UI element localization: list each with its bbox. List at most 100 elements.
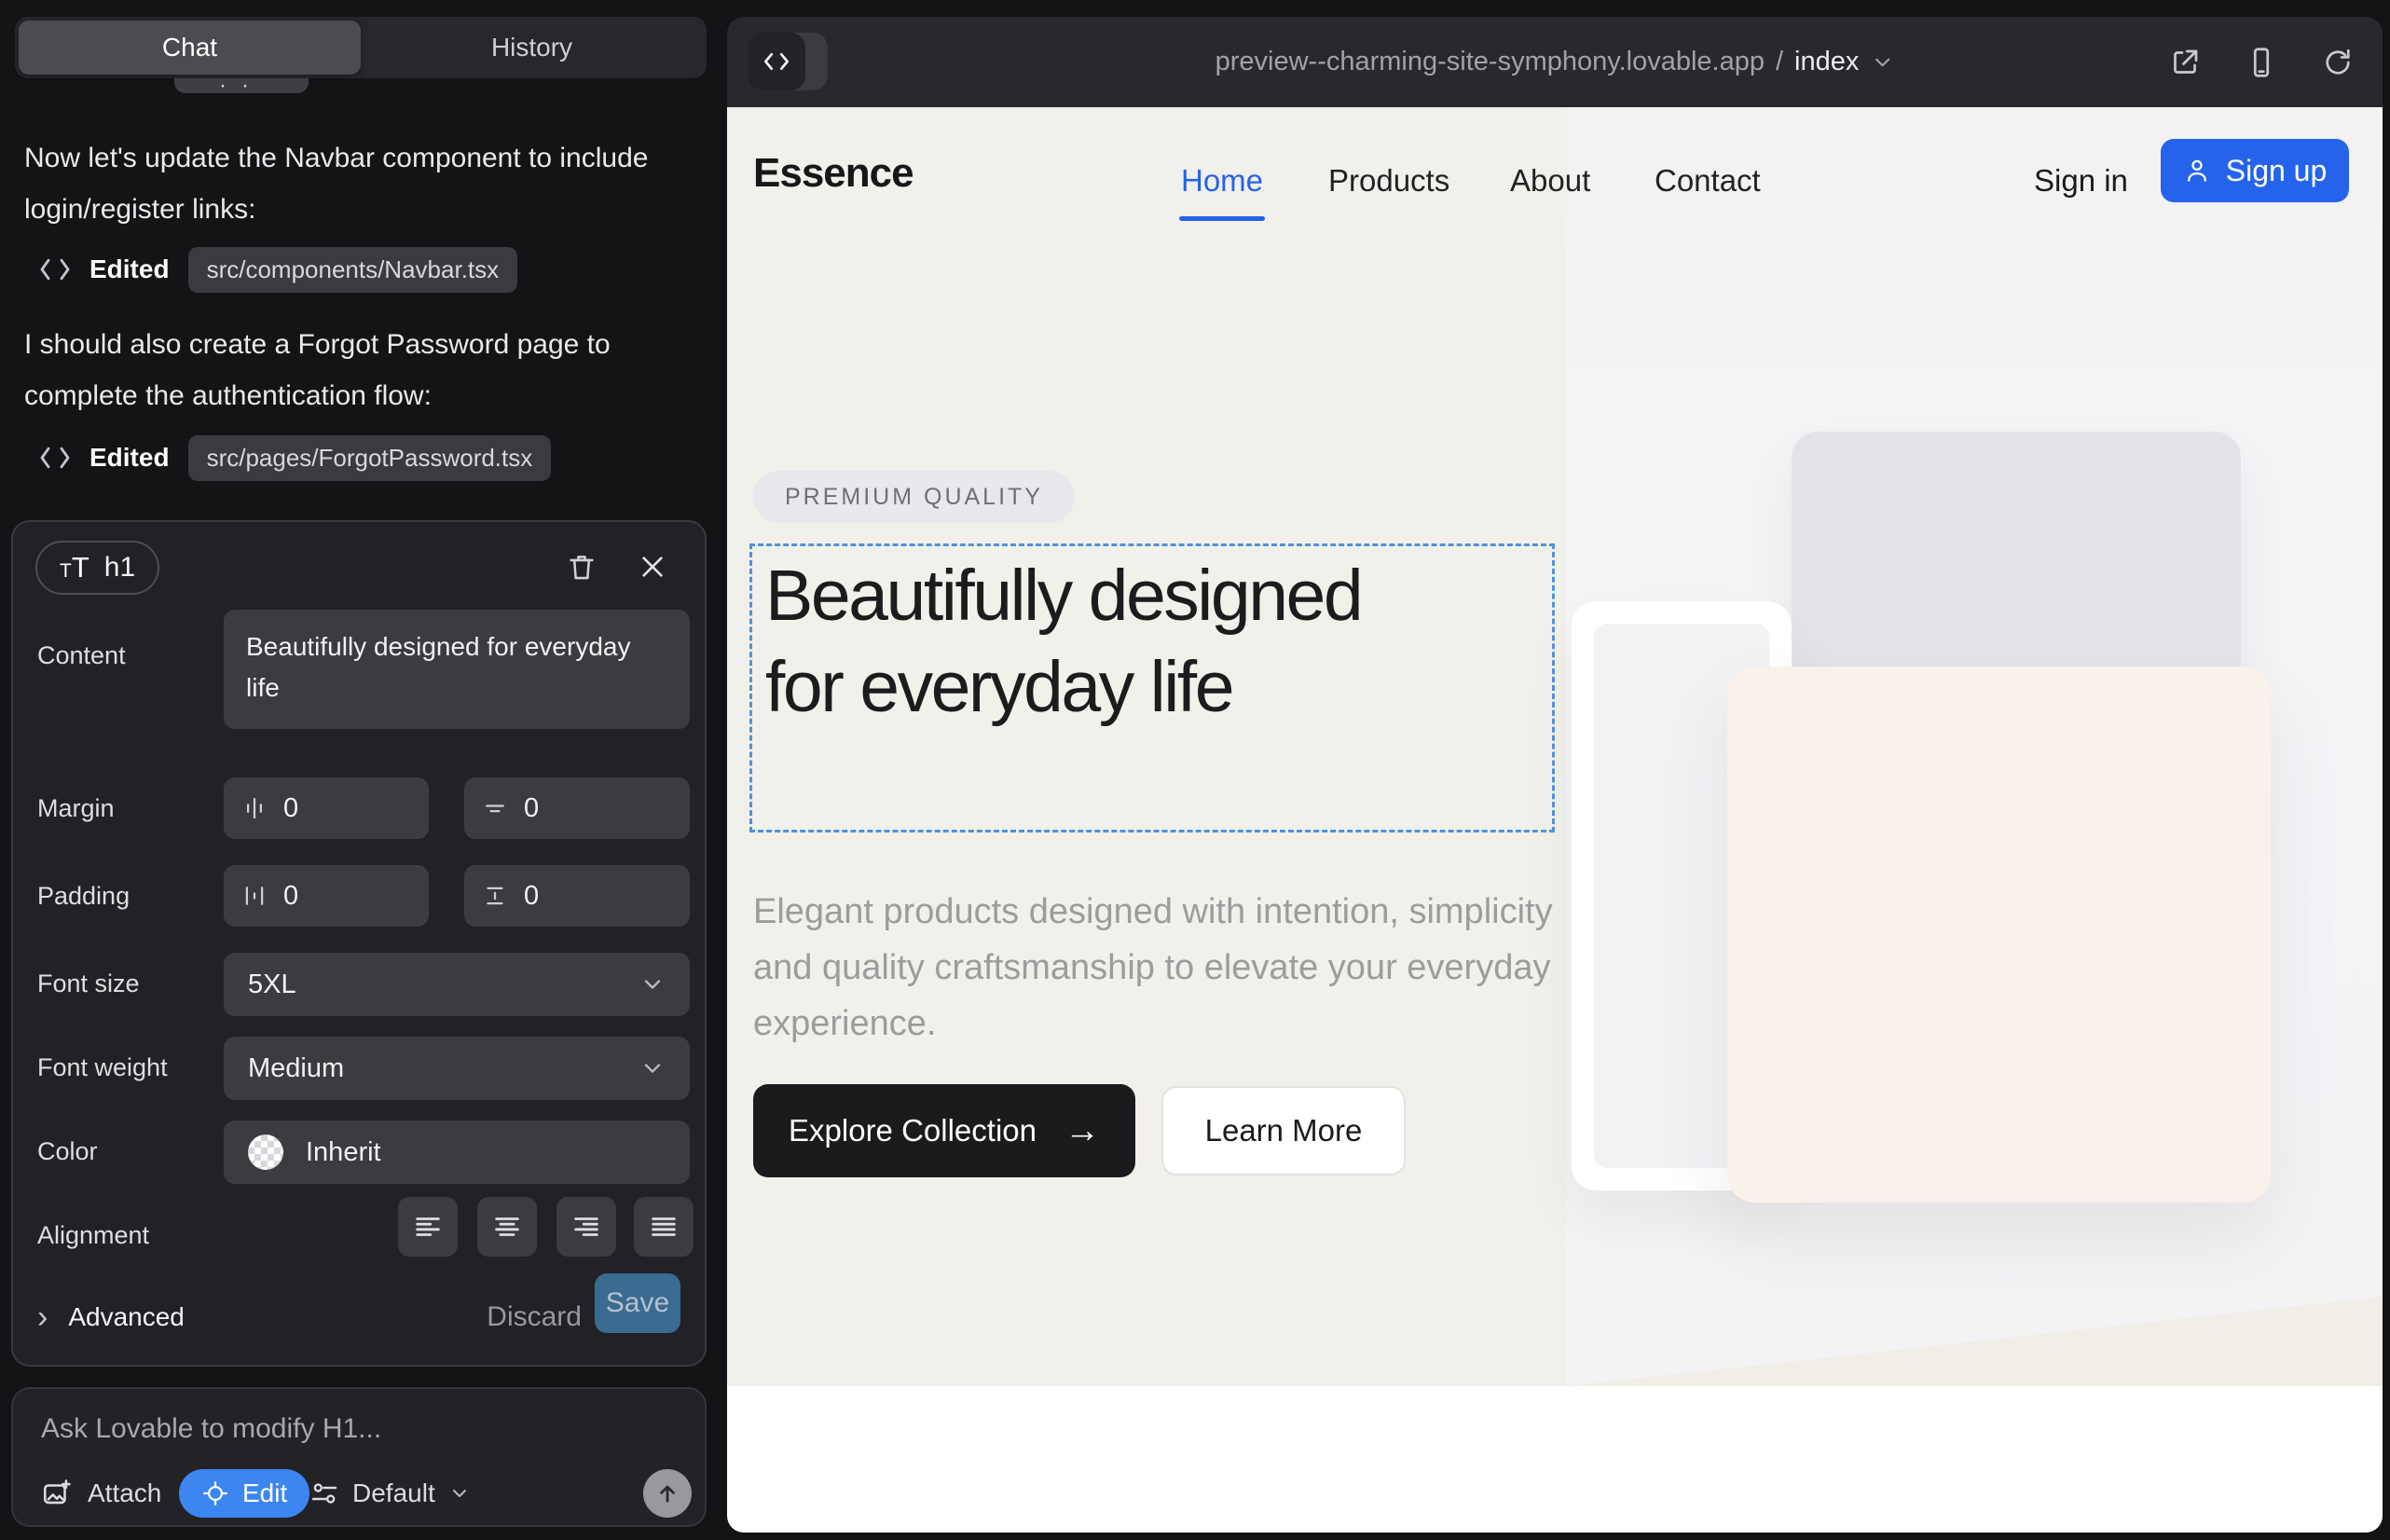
learn-more-button[interactable]: Learn More (1161, 1086, 1406, 1176)
file-chip[interactable]: src/components/Navbar.tsx (188, 247, 518, 293)
send-button[interactable] (643, 1469, 692, 1518)
preview-panel: preview--charming-site-symphony.lovable.… (727, 17, 2383, 1533)
url-separator: / (1776, 47, 1783, 77)
type-icon: TT (60, 551, 89, 584)
chat-sidebar: Chat History ·· Now let's update the Nav… (0, 0, 727, 1540)
attach-button[interactable]: Attach (41, 1469, 161, 1518)
chat-composer[interactable]: Ask Lovable to modify H1... Attach Edit … (11, 1387, 707, 1527)
save-button[interactable]: Save (595, 1273, 680, 1333)
margin-x-input[interactable]: 0 (224, 777, 429, 839)
toolbar-actions (2168, 17, 2355, 107)
url-domain: preview--charming-site-symphony.lovable.… (1216, 47, 1765, 77)
delete-element-button[interactable] (563, 548, 600, 585)
decorative-card-cream (1727, 667, 2271, 1203)
preview-toolbar: preview--charming-site-symphony.lovable.… (727, 17, 2383, 107)
hero-graphic-panel (1566, 107, 2383, 1386)
font-size-label: Font size (37, 969, 140, 998)
refresh-icon[interactable] (2321, 46, 2355, 79)
align-right-button[interactable] (556, 1197, 616, 1257)
code-view-icon[interactable] (748, 33, 805, 90)
code-preview-toggle[interactable] (748, 33, 828, 90)
site-logo[interactable]: Essence (753, 150, 913, 197)
model-selector[interactable]: Default (309, 1469, 471, 1518)
nav-link-home[interactable]: Home (1181, 163, 1263, 199)
margin-y-input[interactable]: 0 (464, 777, 690, 839)
align-justify-button[interactable] (634, 1197, 694, 1257)
padding-y-value: 0 (524, 881, 539, 912)
font-weight-value: Medium (248, 1053, 344, 1084)
user-icon (2183, 157, 2211, 185)
font-size-select[interactable]: 5XL (224, 953, 690, 1016)
sign-in-link[interactable]: Sign in (2034, 163, 2128, 199)
element-selection-outline[interactable]: Beautifully designed for everyday life (749, 543, 1555, 832)
hero-heading[interactable]: Beautifully designed for everyday life (765, 550, 1455, 733)
font-weight-select[interactable]: Medium (224, 1037, 690, 1100)
align-center-button[interactable] (477, 1197, 537, 1257)
sign-up-label: Sign up (2226, 154, 2328, 188)
code-icon (39, 445, 71, 471)
open-external-icon[interactable] (2168, 46, 2202, 79)
margin-vertical-icon (481, 794, 509, 822)
edited-label: Edited (89, 254, 170, 284)
advanced-toggle[interactable]: › Advanced (37, 1288, 185, 1346)
chevron-right-icon: › (37, 1301, 48, 1333)
padding-label: Padding (37, 882, 130, 911)
ellipsis-dots: ·· (174, 78, 309, 93)
alignment-label: Alignment (37, 1221, 149, 1250)
scrolled-chip-partial: ·· (174, 78, 309, 93)
explore-collection-button[interactable]: Explore Collection → (753, 1084, 1135, 1177)
composer-placeholder[interactable]: Ask Lovable to modify H1... (41, 1413, 381, 1445)
font-size-value: 5XL (248, 969, 296, 1000)
content-label: Content (37, 641, 126, 670)
preview-url[interactable]: preview--charming-site-symphony.lovable.… (1216, 17, 1895, 107)
element-tag: h1 (104, 552, 135, 584)
padding-horizontal-icon (240, 882, 268, 910)
padding-y-input[interactable]: 0 (464, 865, 690, 927)
edit-label: Edit (242, 1478, 287, 1508)
chevron-down-icon (1870, 50, 1894, 75)
edited-label: Edited (89, 443, 170, 473)
edited-file-row[interactable]: Edited src/pages/ForgotPassword.tsx (39, 433, 551, 483)
mobile-view-icon[interactable] (2245, 46, 2278, 79)
file-chip[interactable]: src/pages/ForgotPassword.tsx (188, 435, 552, 481)
tab-history[interactable]: History (361, 21, 703, 75)
tab-chat[interactable]: Chat (19, 21, 361, 75)
color-value: Inherit (306, 1137, 381, 1168)
advanced-label: Advanced (68, 1302, 185, 1332)
align-left-button[interactable] (398, 1197, 458, 1257)
color-select[interactable]: Inherit (224, 1121, 690, 1184)
chevron-down-icon (639, 1055, 666, 1081)
padding-x-value: 0 (283, 881, 298, 912)
attach-image-icon (41, 1478, 73, 1509)
margin-horizontal-icon (240, 794, 268, 822)
edited-file-row[interactable]: Edited src/components/Navbar.tsx (39, 244, 517, 295)
nav-link-products[interactable]: Products (1328, 163, 1449, 199)
hero-badge: PREMIUM QUALITY (753, 471, 1075, 523)
edit-mode-button[interactable]: Edit (179, 1469, 309, 1518)
explore-label: Explore Collection (789, 1113, 1037, 1148)
hero-paragraph: Elegant products designed with intention… (753, 884, 1555, 1052)
nav-link-contact[interactable]: Contact (1655, 163, 1761, 199)
nav-link-about[interactable]: About (1510, 163, 1590, 199)
padding-vertical-icon (481, 882, 509, 910)
margin-x-value: 0 (283, 793, 298, 824)
content-input[interactable]: Beautifully designed for everyday life (224, 610, 690, 729)
font-weight-label: Font weight (37, 1053, 168, 1082)
assistant-message: I should also create a Forgot Password p… (24, 319, 692, 421)
padding-x-input[interactable]: 0 (224, 865, 429, 927)
close-icon[interactable] (634, 548, 671, 585)
sidebar-tab-bar: Chat History (15, 17, 707, 78)
selected-element-pill: TT h1 (35, 541, 159, 595)
sliders-icon (309, 1478, 339, 1508)
color-label: Color (37, 1137, 98, 1166)
chevron-down-icon (448, 1482, 471, 1505)
website-viewport: Essence Home Products About Contact Sign… (727, 107, 2383, 1533)
discard-button[interactable]: Discard (487, 1288, 582, 1346)
code-icon (39, 256, 71, 282)
composer-toolbar: Attach Edit Default (13, 1469, 705, 1518)
hero-section: Essence Home Products About Contact Sign… (727, 107, 2383, 1386)
sign-up-button[interactable]: Sign up (2161, 139, 2349, 202)
margin-label: Margin (37, 794, 115, 823)
chevron-down-icon (639, 971, 666, 997)
attach-label: Attach (88, 1478, 161, 1508)
